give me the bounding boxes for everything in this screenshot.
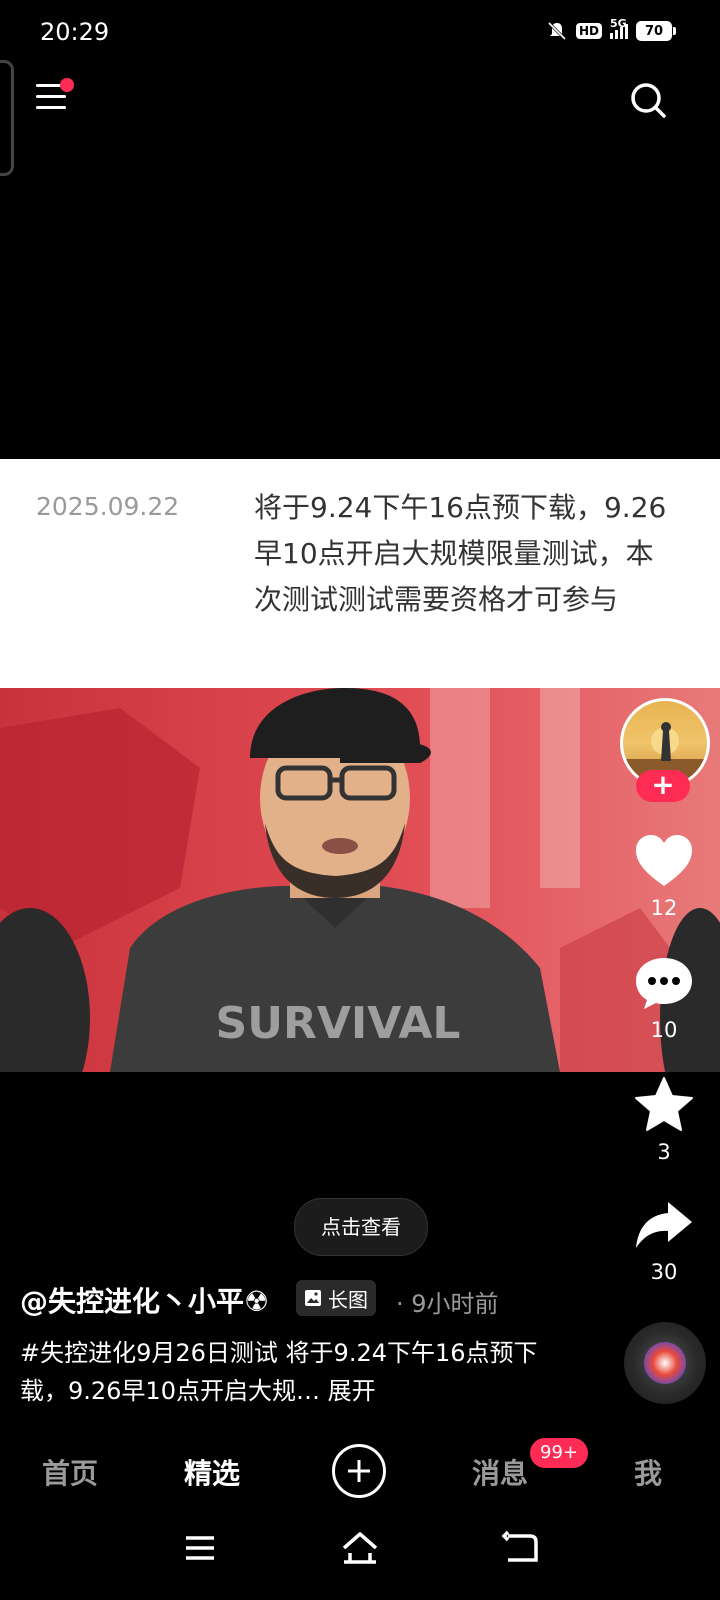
nav-me[interactable]: 我 bbox=[634, 1452, 662, 1492]
follow-button[interactable]: + bbox=[636, 770, 690, 802]
recent-apps-icon[interactable] bbox=[180, 1528, 220, 1568]
post-time-ago: · 9小时前 bbox=[396, 1290, 499, 1318]
photo-illustration: SURVIVAL bbox=[0, 688, 720, 1072]
battery-icon: 70 bbox=[636, 21, 676, 41]
post-text: 将于9.24下午16点预下载，9.26早10点开启大规模限量测试，本次测试测试需… bbox=[254, 491, 667, 616]
home-icon[interactable] bbox=[340, 1528, 380, 1568]
favorite-button[interactable]: 3 bbox=[628, 1076, 700, 1164]
like-button[interactable]: 12 bbox=[628, 834, 700, 920]
caption[interactable]: #失控进化9月26日测试 将于9.24下午16点预下载，9.26早10点开启大规… bbox=[20, 1334, 540, 1410]
favorite-count: 3 bbox=[657, 1140, 671, 1164]
mute-icon bbox=[547, 21, 567, 41]
star-icon bbox=[635, 1077, 693, 1131]
hd-icon: HD bbox=[575, 23, 602, 39]
nav-messages[interactable]: 消息 bbox=[472, 1452, 528, 1492]
signal-icon: 5G bbox=[610, 17, 628, 39]
share-icon bbox=[636, 1202, 692, 1248]
search-icon[interactable] bbox=[628, 80, 668, 120]
share-button[interactable]: 30 bbox=[628, 1198, 700, 1284]
heart-icon bbox=[636, 835, 692, 886]
nav-home[interactable]: 首页 bbox=[42, 1452, 98, 1492]
create-post-button[interactable] bbox=[332, 1444, 386, 1498]
post-date: 2025.09.22 bbox=[36, 492, 180, 521]
back-icon[interactable] bbox=[500, 1528, 540, 1568]
caption-text: #失控进化9月26日测试 将于9.24下午16点预下载，9.26早10点开启大规… bbox=[20, 1339, 538, 1405]
status-time: 20:29 bbox=[40, 18, 110, 46]
comment-button[interactable]: 10 bbox=[628, 956, 700, 1042]
expand-link[interactable]: 展开 bbox=[328, 1377, 376, 1405]
long-image-tag-label: 长图 bbox=[328, 1287, 368, 1312]
plus-icon bbox=[348, 1460, 370, 1482]
like-count: 12 bbox=[650, 896, 678, 920]
music-disc[interactable] bbox=[624, 1322, 706, 1404]
comment-icon bbox=[636, 958, 692, 1009]
status-icons: HD 5G 70 bbox=[546, 17, 676, 42]
notification-dot bbox=[60, 78, 74, 92]
left-edge-handle[interactable] bbox=[0, 60, 14, 176]
long-image-tag: 长图 bbox=[296, 1280, 376, 1316]
post-photo[interactable]: SURVIVAL bbox=[0, 688, 720, 1072]
share-count: 30 bbox=[650, 1260, 678, 1284]
comment-count: 10 bbox=[650, 1018, 678, 1042]
messages-badge: 99+ bbox=[530, 1438, 588, 1468]
image-icon bbox=[305, 1290, 321, 1306]
author-name[interactable]: @失控进化丶小平☢ bbox=[20, 1280, 269, 1320]
view-long-image-button[interactable]: 点击查看 bbox=[294, 1198, 428, 1256]
music-cover-icon bbox=[644, 1342, 686, 1384]
nav-featured[interactable]: 精选 bbox=[184, 1452, 240, 1492]
shirt-text: SURVIVAL bbox=[216, 998, 461, 1049]
